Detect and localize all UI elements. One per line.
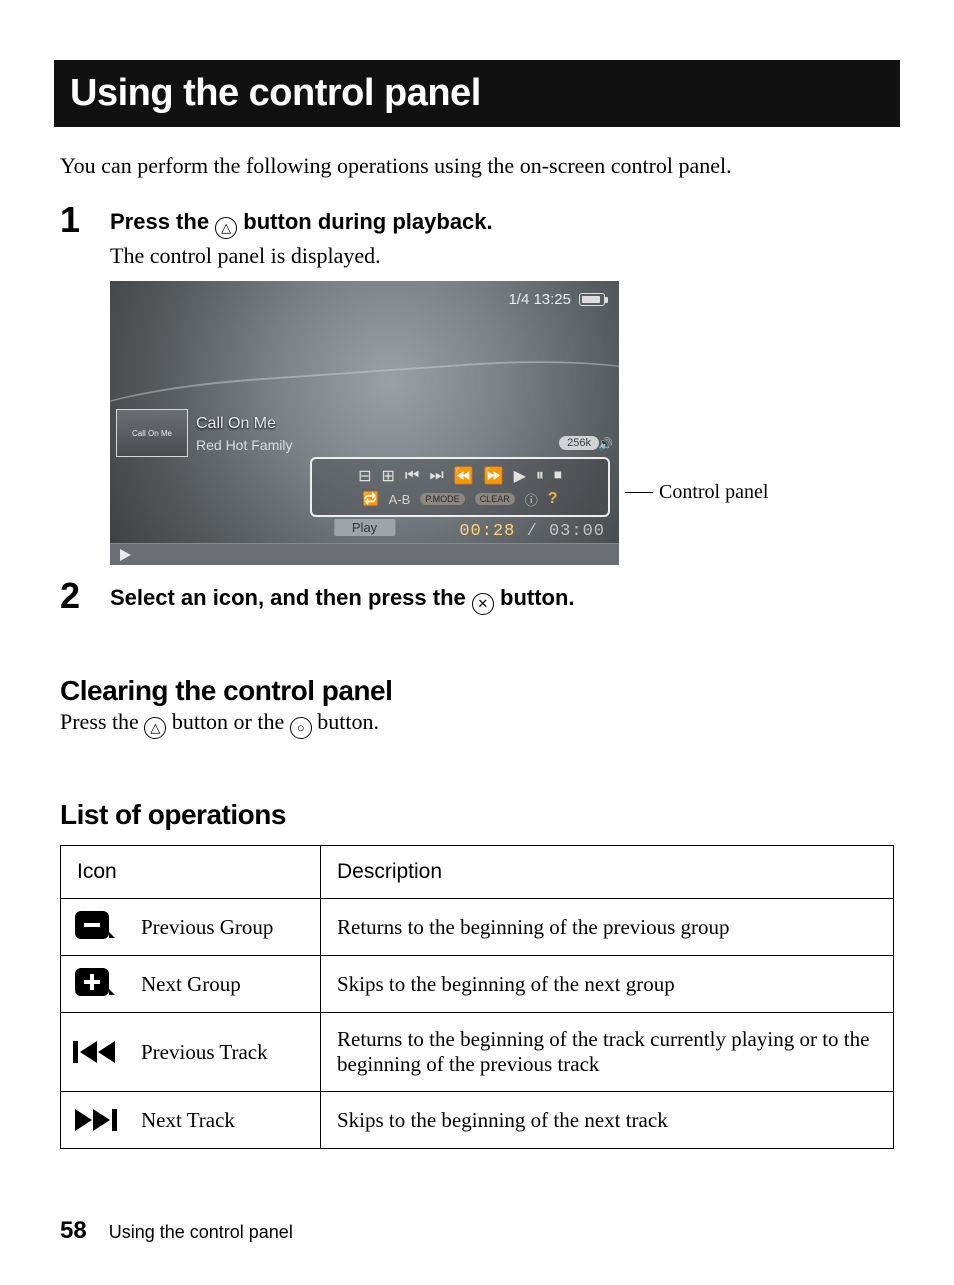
- time-sep: /: [515, 522, 549, 541]
- control-panel-callout: Control panel: [625, 481, 768, 504]
- triangle-button-icon: △: [144, 717, 166, 739]
- prev-group-icon: [73, 909, 117, 945]
- op-label: Next Group: [141, 972, 241, 997]
- intro-text: You can perform the following operations…: [60, 153, 894, 179]
- operations-table: Icon Description Previous Group Returns …: [60, 845, 894, 1149]
- time-total: 03:00: [549, 522, 605, 541]
- step-2-number: 2: [60, 575, 80, 617]
- bitrate-badge: 256k: [559, 436, 599, 450]
- next-group-icon: ⊞: [382, 466, 395, 486]
- track-title: Call On Me: [196, 415, 276, 433]
- help-icon: ?: [548, 490, 558, 508]
- table-row: Previous Track Returns to the beginning …: [61, 1013, 894, 1092]
- pmode-pill: P.MODE: [420, 493, 464, 505]
- play-bar: [110, 543, 619, 565]
- table-row: Previous Group Returns to the beginning …: [61, 899, 894, 956]
- step-1-heading: Press the △ button during playback.: [110, 209, 894, 239]
- step-1-head-after: button during playback.: [243, 209, 492, 234]
- page-title: Using the control panel: [54, 60, 900, 127]
- stop-icon: ⏹: [554, 467, 562, 485]
- play-label: Play: [334, 519, 395, 536]
- info-icon: ⓘ: [525, 490, 538, 509]
- play-icon: ▶: [514, 466, 526, 486]
- prev-track-icon: ⏮: [405, 467, 419, 485]
- cross-button-icon: ✕: [472, 593, 494, 615]
- play-indicator-icon: [120, 549, 131, 561]
- forward-icon: ⏩: [484, 466, 504, 486]
- prev-group-icon: ⊟: [358, 466, 371, 486]
- track-artist: Red Hot Family: [196, 437, 292, 453]
- circle-button-icon: ○: [290, 717, 312, 739]
- header-icon: Icon: [61, 846, 321, 899]
- step-1: 1 Press the △ button during playback. Th…: [110, 209, 894, 565]
- op-label: Next Track: [141, 1108, 235, 1133]
- time-current: 00:28: [459, 522, 515, 541]
- next-group-icon: [73, 966, 117, 1002]
- step-2: 2 Select an icon, and then press the ✕ b…: [110, 585, 894, 615]
- table-header-row: Icon Description: [61, 846, 894, 899]
- prev-track-icon: [73, 1034, 117, 1070]
- pause-icon: ⏸: [536, 467, 544, 485]
- page-footer: 58 Using the control panel: [60, 1217, 293, 1245]
- table-row: Next Group Skips to the beginning of the…: [61, 956, 894, 1013]
- album-art: Call On Me: [116, 409, 188, 457]
- header-desc: Description: [321, 846, 894, 899]
- clearing-a: Press the: [60, 709, 144, 734]
- step-1-sub: The control panel is displayed.: [110, 243, 894, 269]
- status-text: 1/4 13:25: [508, 291, 571, 308]
- triangle-button-icon: △: [215, 217, 237, 239]
- next-track-icon: ⏭: [429, 467, 443, 485]
- ab-label: A-B: [389, 492, 411, 507]
- step-1-number: 1: [60, 199, 80, 241]
- screenshot: 1/4 13:25 Call On Me Call On Me Red Hot …: [110, 281, 619, 565]
- step-2-head-after: button.: [500, 585, 575, 610]
- step-1-head-before: Press the: [110, 209, 215, 234]
- step-2-head-before: Select an icon, and then press the: [110, 585, 472, 610]
- control-panel-box: ⊟ ⊞ ⏮ ⏭ ⏪ ⏩ ▶ ⏸ ⏹ 🔁 A-B: [310, 457, 610, 517]
- list-heading: List of operations: [60, 799, 894, 831]
- clearing-body: Press the △ button or the ○ button.: [60, 709, 894, 739]
- rewind-icon: ⏪: [454, 466, 474, 486]
- clearing-heading: Clearing the control panel: [60, 675, 894, 707]
- clear-pill: CLEAR: [475, 493, 515, 505]
- callout-text: Control panel: [659, 481, 768, 504]
- clearing-mid: button or the: [172, 709, 290, 734]
- clearing-end: button.: [317, 709, 379, 734]
- time-display: 00:28 / 03:00: [459, 522, 605, 541]
- next-track-icon: [73, 1102, 117, 1138]
- repeat-icon: 🔁: [362, 491, 378, 507]
- op-label: Previous Track: [141, 1040, 268, 1065]
- speaker-icon: 🔊: [598, 437, 613, 451]
- op-desc: Returns to the beginning of the previous…: [321, 899, 894, 956]
- table-row: Next Track Skips to the beginning of the…: [61, 1092, 894, 1149]
- page-number: 58: [60, 1217, 87, 1245]
- op-desc: Skips to the beginning of the next group: [321, 956, 894, 1013]
- battery-icon: [579, 293, 605, 306]
- step-2-heading: Select an icon, and then press the ✕ but…: [110, 585, 894, 615]
- op-desc: Skips to the beginning of the next track: [321, 1092, 894, 1149]
- op-desc: Returns to the beginning of the track cu…: [321, 1013, 894, 1092]
- op-label: Previous Group: [141, 915, 273, 940]
- footer-title: Using the control panel: [109, 1222, 293, 1243]
